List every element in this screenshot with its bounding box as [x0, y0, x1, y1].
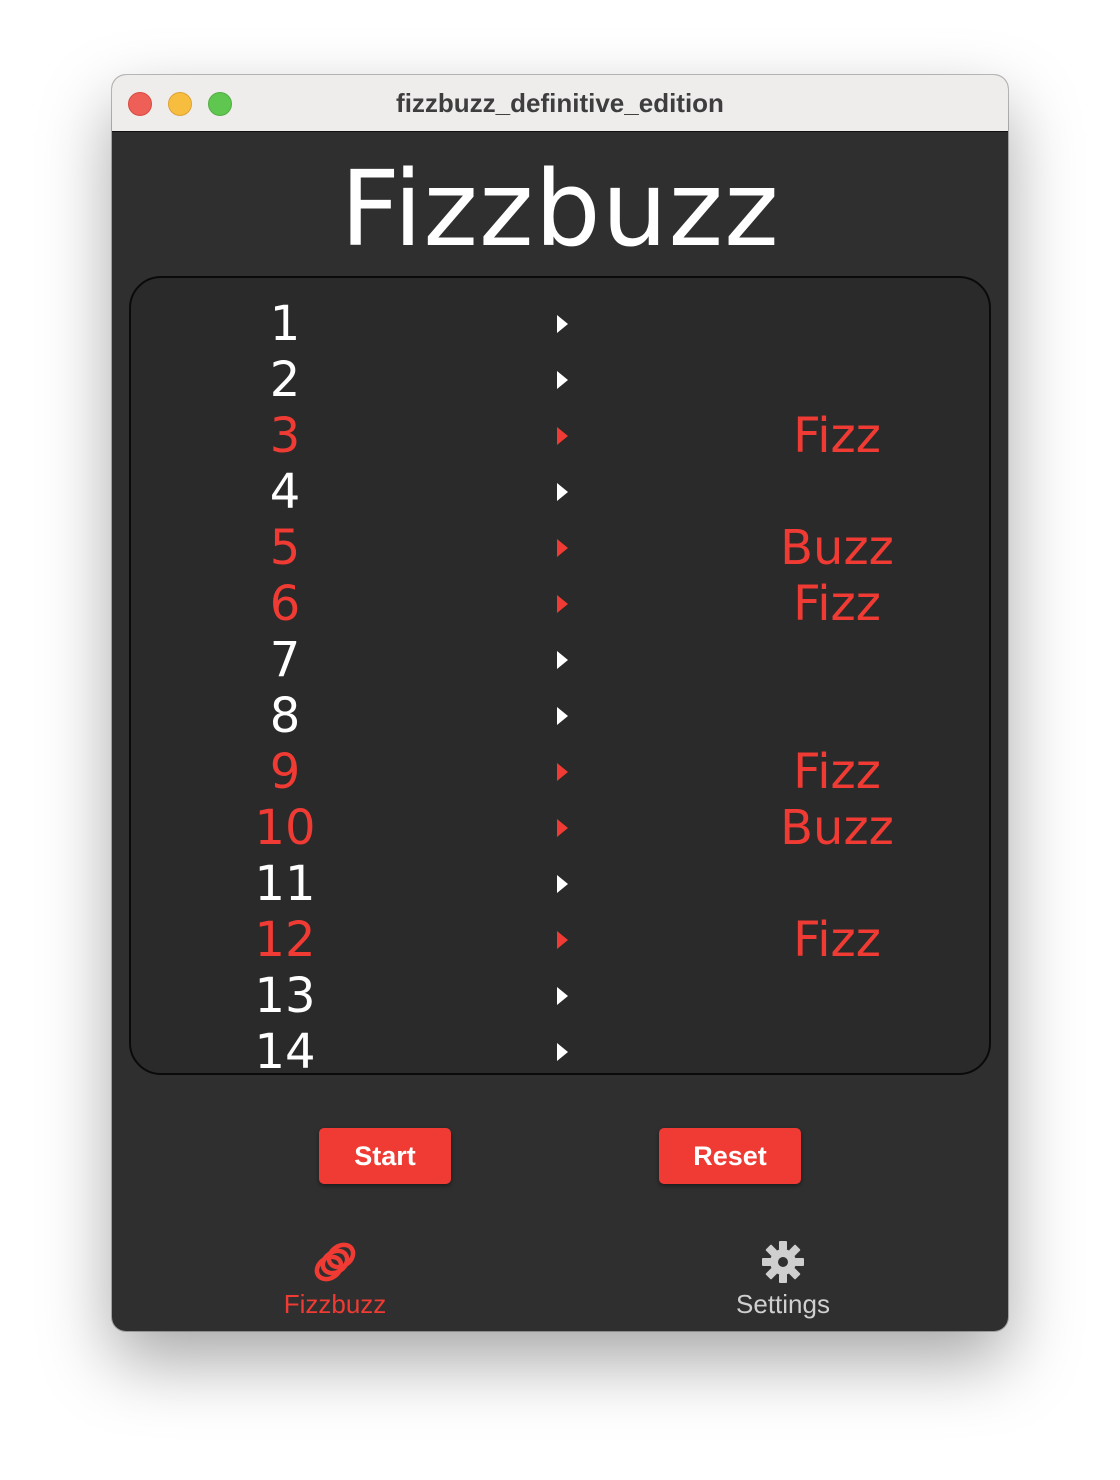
row-result: Buzz	[780, 520, 894, 576]
disclosure-arrow-icon	[557, 1043, 568, 1061]
row-result: Fizz	[793, 912, 881, 968]
row-result: Fizz	[793, 744, 881, 800]
tab-fizzbuzz[interactable]: Fizzbuzz	[225, 1235, 445, 1325]
minimize-window-button[interactable]	[168, 92, 192, 116]
row-number: 11	[254, 856, 316, 912]
disclosure-arrow-icon	[557, 483, 568, 501]
app-window: fizzbuzz_definitive_edition Fizzbuzz 123…	[112, 75, 1008, 1331]
row-result	[737, 632, 937, 688]
disclosure-arrow-icon	[557, 987, 568, 1005]
row-result: Fizz	[793, 408, 881, 464]
list-item: 10 Buzz	[131, 800, 989, 856]
disclosure-arrow-icon	[557, 595, 568, 613]
disclosure-arrow-icon	[557, 707, 568, 725]
list-item: 7	[131, 632, 989, 688]
tab-settings-label: Settings	[736, 1289, 830, 1319]
disclosure-arrow-icon	[557, 315, 568, 333]
disclosure-arrow-icon	[557, 371, 568, 389]
reset-button[interactable]: Reset	[659, 1128, 801, 1184]
title-bar[interactable]: fizzbuzz_definitive_edition	[112, 75, 1008, 132]
list-item: 2	[131, 352, 989, 408]
page-title: Fizzbuzz	[340, 148, 780, 270]
list-item: 5 Buzz	[131, 520, 989, 576]
row-result	[737, 296, 937, 352]
list-item: 11	[131, 856, 989, 912]
list-item: 12 Fizz	[131, 912, 989, 968]
disclosure-arrow-icon	[557, 931, 568, 949]
window-title: fizzbuzz_definitive_edition	[396, 88, 724, 118]
list-item: 4	[131, 464, 989, 520]
row-number: 12	[254, 912, 316, 968]
row-result	[737, 1024, 937, 1073]
row-number: 8	[269, 688, 301, 744]
list-item: 1	[131, 296, 989, 352]
list-item: 14	[131, 1024, 989, 1075]
fizzbuzz-list[interactable]: 1 2 3 Fizz 4 5 Buzz 6 Fizz 7 8 9 Fizz 10 Buzz 11 12 Fizz 1…	[129, 276, 991, 1075]
row-number: 1	[269, 296, 301, 352]
list-item: 13	[131, 968, 989, 1024]
disclosure-arrow-icon	[557, 763, 568, 781]
row-number: 6	[269, 576, 301, 632]
row-result	[737, 856, 937, 912]
row-number: 5	[269, 520, 301, 576]
row-result	[737, 352, 937, 408]
disclosure-arrow-icon	[557, 427, 568, 445]
row-number: 13	[254, 968, 316, 1024]
row-number: 4	[269, 464, 301, 520]
row-number: 2	[269, 352, 301, 408]
row-number: 14	[254, 1024, 316, 1075]
disclosure-arrow-icon	[557, 819, 568, 837]
row-number: 9	[269, 744, 301, 800]
zoom-window-button[interactable]	[208, 92, 232, 116]
disclosure-arrow-icon	[557, 539, 568, 557]
list-item: 8	[131, 688, 989, 744]
disclosure-arrow-icon	[557, 651, 568, 669]
disclosure-arrow-icon	[557, 875, 568, 893]
start-button[interactable]: Start	[319, 1128, 451, 1184]
list-item: 9 Fizz	[131, 744, 989, 800]
close-window-button[interactable]	[128, 92, 152, 116]
row-result	[737, 688, 937, 744]
gear-icon	[762, 1241, 804, 1283]
rings-icon	[314, 1242, 356, 1282]
row-result: Fizz	[793, 576, 881, 632]
row-number: 10	[254, 800, 316, 856]
row-result: Buzz	[780, 800, 894, 856]
tab-fizzbuzz-label: Fizzbuzz	[283, 1289, 387, 1319]
list-item: 6 Fizz	[131, 576, 989, 632]
row-number: 7	[269, 632, 301, 688]
list-item: 3 Fizz	[131, 408, 989, 464]
row-number: 3	[269, 408, 301, 464]
row-result	[737, 968, 937, 1024]
tab-settings[interactable]: Settings	[673, 1235, 893, 1325]
row-result	[737, 464, 937, 520]
